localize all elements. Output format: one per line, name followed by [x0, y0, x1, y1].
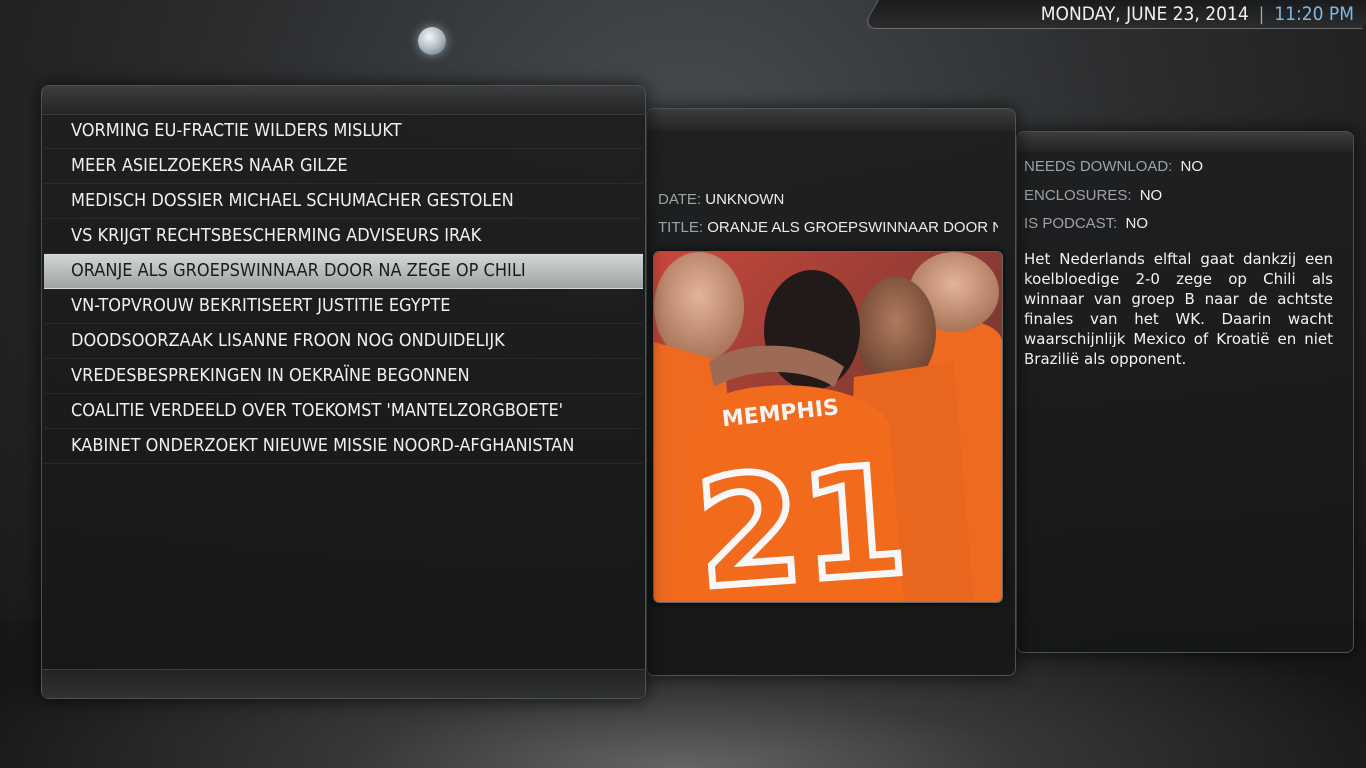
list-item[interactable]: KABINET ONDERZOEKT NIEUWE MISSIE NOORD-A… [44, 429, 643, 464]
is-podcast-value: NO [1125, 215, 1149, 232]
enclosures-label: ENCLOSURES: [1024, 187, 1132, 204]
feed-list: VORMING EU-FRACTIE WILDERS MISLUKT MEER … [44, 114, 643, 464]
feed-list-panel: VORMING EU-FRACTIE WILDERS MISLUKT MEER … [41, 85, 646, 699]
list-item[interactable]: VREDESBESPREKINGEN IN OEKRAÏNE BEGONNEN [44, 359, 643, 394]
needs-download-value: NO [1180, 158, 1204, 175]
clock: MONDAY, JUNE 23, 2014 | 11:20 PM [1041, 2, 1354, 26]
title-value: ORANJE ALS GROEPSWINNAAR DOOR NA ZEGE OP… [707, 219, 998, 236]
article-thumbnail: MEMPHIS 21 [653, 251, 1003, 603]
is-podcast-field: IS PODCAST: NO [1024, 215, 1148, 232]
date-text: MONDAY, JUNE 23, 2014 [1040, 3, 1249, 25]
moon-decoration [418, 27, 446, 55]
enclosures-value: NO [1139, 187, 1163, 204]
panel-top-edge [42, 86, 645, 115]
enclosures-field: ENCLOSURES: NO [1024, 187, 1162, 204]
panel-top-edge [647, 109, 1015, 131]
jersey-number: 21 [691, 434, 911, 602]
clock-separator: | [1258, 3, 1265, 25]
list-item[interactable]: DOODSOORZAAK LISANNE FROON NOG ONDUIDELI… [44, 324, 643, 359]
list-item[interactable]: VS KRIJGT RECHTSBESCHERMING ADVISEURS IR… [44, 219, 643, 254]
list-item-selected[interactable]: ORANJE ALS GROEPSWINNAAR DOOR NA ZEGE OP… [44, 254, 643, 289]
list-item[interactable]: COALITIE VERDEELD OVER TOEKOMST 'MANTELZ… [44, 394, 643, 429]
list-item[interactable]: VN-TOPVROUW BEKRITISEERT JUSTITIE EGYPTE [44, 289, 643, 324]
needs-download-label: NEEDS DOWNLOAD: [1024, 158, 1173, 175]
list-item[interactable]: MEER ASIELZOEKERS NAAR GILZE [44, 149, 643, 184]
title-field: TITLE: ORANJE ALS GROEPSWINNAAR DOOR NA … [658, 219, 998, 236]
football-players-image: MEMPHIS 21 [654, 252, 1002, 602]
panel-top-edge [1017, 132, 1353, 152]
is-podcast-label: IS PODCAST: [1024, 215, 1118, 232]
date-value: UNKNOWN [705, 191, 785, 208]
info-panel: NEEDS DOWNLOAD: NO ENCLOSURES: NO IS POD… [1016, 131, 1354, 653]
panel-bottom-edge [42, 669, 645, 698]
list-item[interactable]: MEDISCH DOSSIER MICHAEL SCHUMACHER GESTO… [44, 184, 643, 219]
date-field: DATE: UNKNOWN [658, 191, 784, 208]
details-panel: DATE: UNKNOWN TITLE: ORANJE ALS GROEPSWI… [646, 108, 1016, 676]
time-text: 11:20 PM [1274, 3, 1354, 25]
needs-download-field: NEEDS DOWNLOAD: NO [1024, 158, 1203, 175]
article-description: Het Nederlands elftal gaat dankzij een k… [1024, 250, 1333, 368]
title-label: TITLE: [658, 219, 704, 236]
list-item[interactable]: VORMING EU-FRACTIE WILDERS MISLUKT [44, 114, 643, 149]
date-label: DATE: [658, 191, 702, 208]
